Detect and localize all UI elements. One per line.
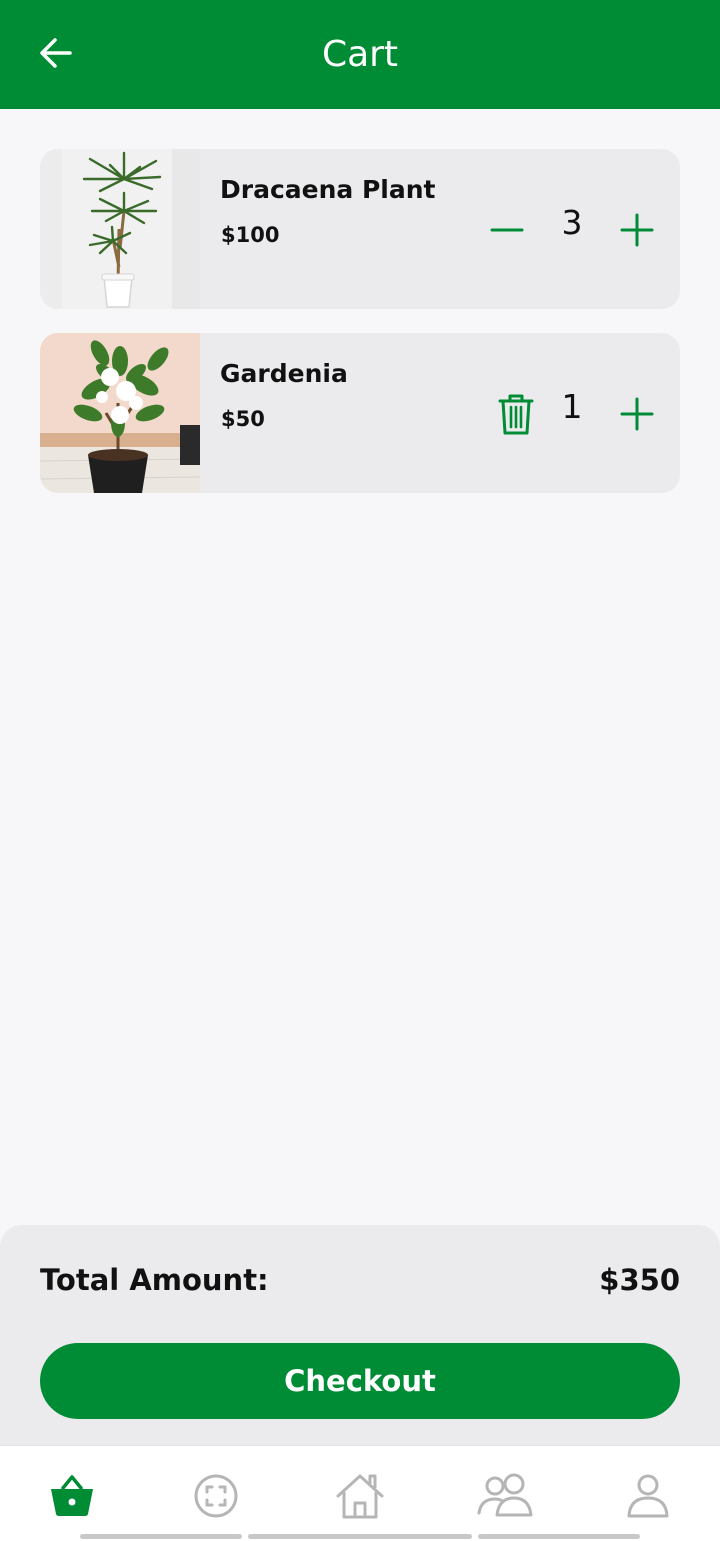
total-amount-value: $350: [599, 1263, 680, 1297]
minus-icon: [490, 228, 524, 232]
plus-icon: [620, 213, 654, 247]
profile-icon: [627, 1474, 669, 1518]
total-amount-label: Total Amount:: [40, 1263, 269, 1297]
gesture-bar-segment: [80, 1534, 242, 1539]
remove-item-button[interactable]: [494, 389, 538, 439]
increase-quantity-button[interactable]: [618, 211, 656, 249]
plus-icon: [620, 397, 654, 431]
gardenia-plant-photo: [40, 333, 200, 493]
nav-item-home[interactable]: [330, 1470, 390, 1522]
item-name: Gardenia: [220, 359, 348, 388]
decrease-quantity-button[interactable]: [488, 211, 526, 249]
item-name: Dracaena Plant: [220, 175, 436, 204]
item-price: $50: [221, 407, 265, 431]
nav-item-scan[interactable]: [186, 1470, 246, 1522]
quantity-value: 3: [561, 203, 583, 242]
page-title: Cart: [321, 34, 399, 75]
increase-quantity-button[interactable]: [618, 395, 656, 433]
nav-item-community[interactable]: [474, 1470, 534, 1522]
trash-icon: [498, 394, 534, 435]
nav-item-profile[interactable]: [618, 1470, 678, 1522]
basket-icon: [51, 1475, 93, 1516]
item-price: $100: [221, 223, 280, 247]
home-icon: [336, 1474, 384, 1519]
quantity-value: 1: [561, 387, 583, 426]
community-icon: [477, 1473, 533, 1517]
cart-item-dracaena[interactable]: Dracaena Plant $100 3: [40, 149, 680, 309]
cart-list: Dracaena Plant $100 3 Gardenia $50 1: [40, 149, 680, 517]
gesture-bar-segment: [478, 1534, 640, 1539]
checkout-button[interactable]: Checkout: [40, 1343, 680, 1419]
nav-item-cart[interactable]: [42, 1470, 102, 1522]
scan-icon: [194, 1474, 238, 1518]
bottom-navigation: [0, 1445, 720, 1541]
order-summary-panel: Total Amount: $350 Checkout: [0, 1225, 720, 1445]
dracaena-plant-photo: [40, 149, 200, 309]
gesture-bar-segment: [248, 1534, 472, 1539]
cart-item-gardenia[interactable]: Gardenia $50 1: [40, 333, 680, 493]
app-header: Cart: [0, 0, 720, 109]
